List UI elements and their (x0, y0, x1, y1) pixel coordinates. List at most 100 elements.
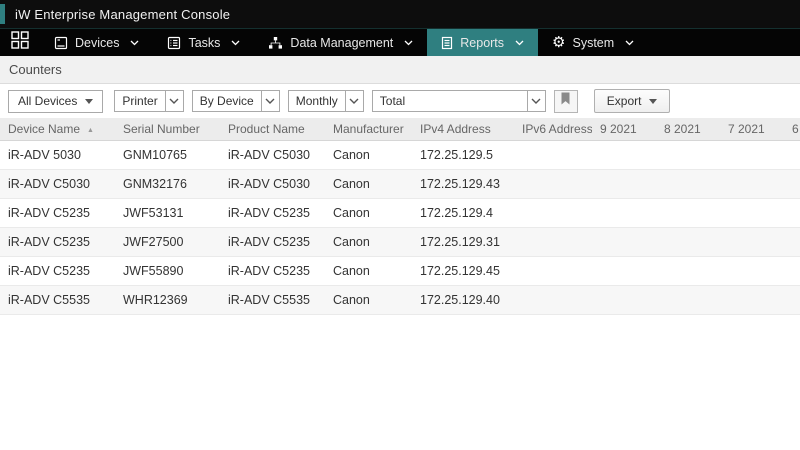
table-cell: iR-ADV C5235 (0, 227, 115, 256)
filter-toolbar: All Devices Printer By Device Monthly To… (0, 84, 800, 118)
nav-item-reports[interactable]: Reports (427, 29, 538, 56)
table-cell (592, 169, 656, 198)
chevron-down-icon (625, 40, 634, 46)
nav-item-label: Tasks (188, 36, 220, 50)
data-management-icon (268, 36, 283, 50)
table-cell (514, 169, 592, 198)
column-header-8-2021[interactable]: 8 2021 (656, 118, 720, 140)
reports-icon (441, 36, 453, 50)
column-header-manufacturer[interactable]: Manufacturer (325, 118, 412, 140)
logo-mark (0, 4, 5, 24)
column-header-6-2021[interactable]: 6 2021 (784, 118, 800, 140)
table-cell (656, 140, 720, 169)
table-cell (592, 198, 656, 227)
counters-table-container: Device Name▲Serial NumberProduct NameMan… (0, 118, 800, 315)
table-cell: 172.25.129.4 (412, 198, 514, 227)
table-cell (720, 256, 784, 285)
nav-item-label: Reports (460, 36, 504, 50)
column-header-7-2021[interactable]: 7 2021 (720, 118, 784, 140)
table-cell (656, 169, 720, 198)
devices-icon (54, 36, 68, 50)
table-cell: iR-ADV C5030 (220, 140, 325, 169)
column-header-ipv4-address[interactable]: IPv4 Address (412, 118, 514, 140)
column-header-product-name[interactable]: Product Name (220, 118, 325, 140)
title-bar: iW Enterprise Management Console (0, 0, 800, 28)
table-cell (784, 169, 800, 198)
table-cell: JWF53131 (115, 198, 220, 227)
table-header-row: Device Name▲Serial NumberProduct NameMan… (0, 118, 800, 140)
table-cell: Canon (325, 140, 412, 169)
page-title: Counters (9, 62, 62, 77)
nav-item-system[interactable]: ⚙ System (538, 29, 648, 56)
column-header-9-2021[interactable]: 9 2021 (592, 118, 656, 140)
table-row[interactable]: iR-ADV C5030GNM32176iR-ADV C5030Canon172… (0, 169, 800, 198)
table-cell (784, 140, 800, 169)
table-cell (592, 227, 656, 256)
page-title-bar: Counters (0, 56, 800, 84)
counter-type-value: Total (373, 91, 527, 111)
table-cell: WHR12369 (115, 285, 220, 314)
counters-table: Device Name▲Serial NumberProduct NameMan… (0, 118, 800, 315)
bookmark-button[interactable] (554, 90, 578, 113)
export-button[interactable]: Export (594, 89, 671, 113)
sort-ascending-icon: ▲ (87, 127, 94, 134)
table-cell (784, 227, 800, 256)
table-cell: iR-ADV 5030 (0, 140, 115, 169)
table-cell: 172.25.129.40 (412, 285, 514, 314)
column-header-device-name[interactable]: Device Name▲ (0, 118, 115, 140)
main-nav: Devices Tasks Data Management (0, 28, 800, 56)
nav-item-data-management[interactable]: Data Management (254, 29, 427, 56)
table-cell (592, 256, 656, 285)
chevron-down-icon (130, 40, 139, 46)
table-cell (784, 198, 800, 227)
table-cell: iR-ADV C5235 (0, 198, 115, 227)
table-cell (514, 256, 592, 285)
table-cell: Canon (325, 198, 412, 227)
table-row[interactable]: iR-ADV C5535WHR12369iR-ADV C5535Canon172… (0, 285, 800, 314)
table-cell (514, 140, 592, 169)
table-cell: Canon (325, 285, 412, 314)
table-cell: iR-ADV C5535 (220, 285, 325, 314)
table-cell: iR-ADV C5030 (220, 169, 325, 198)
caret-down-icon (85, 99, 93, 104)
table-cell: 172.25.129.31 (412, 227, 514, 256)
table-row[interactable]: iR-ADV C5235JWF53131iR-ADV C5235Canon172… (0, 198, 800, 227)
table-row[interactable]: iR-ADV C5235JWF27500iR-ADV C5235Canon172… (0, 227, 800, 256)
nav-item-tasks[interactable]: Tasks (153, 29, 254, 56)
table-cell: 172.25.129.43 (412, 169, 514, 198)
counter-type-select[interactable]: Total (372, 90, 546, 112)
table-cell: 172.25.129.45 (412, 256, 514, 285)
view-by-select[interactable]: By Device (192, 90, 280, 112)
table-cell (784, 256, 800, 285)
table-row[interactable]: iR-ADV 5030GNM10765iR-ADV C5030Canon172.… (0, 140, 800, 169)
table-cell: JWF55890 (115, 256, 220, 285)
table-cell (720, 140, 784, 169)
table-cell (514, 198, 592, 227)
view-by-value: By Device (193, 91, 261, 111)
nav-item-devices[interactable]: Devices (40, 29, 153, 56)
table-cell (592, 285, 656, 314)
table-cell: GNM32176 (115, 169, 220, 198)
apps-grid-button[interactable] (0, 29, 40, 56)
export-label: Export (607, 94, 642, 108)
chevron-down-icon (165, 91, 183, 111)
table-cell (514, 285, 592, 314)
table-cell: iR-ADV C5235 (220, 256, 325, 285)
app-title: iW Enterprise Management Console (15, 7, 230, 22)
table-cell: GNM10765 (115, 140, 220, 169)
device-group-dropdown[interactable]: All Devices (8, 90, 103, 113)
nav-item-label: Devices (75, 36, 119, 50)
device-group-label: All Devices (18, 94, 77, 108)
table-cell (656, 198, 720, 227)
column-header-serial-number[interactable]: Serial Number (115, 118, 220, 140)
period-select[interactable]: Monthly (288, 90, 364, 112)
column-header-ipv6-address[interactable]: IPv6 Address (514, 118, 592, 140)
table-row[interactable]: iR-ADV C5235JWF55890iR-ADV C5235Canon172… (0, 256, 800, 285)
chevron-down-icon (515, 40, 524, 46)
system-icon: ⚙ (552, 35, 565, 50)
table-cell (784, 285, 800, 314)
chevron-down-icon (345, 91, 363, 111)
table-cell: iR-ADV C5235 (220, 198, 325, 227)
device-type-select[interactable]: Printer (114, 90, 183, 112)
nav-item-label: Data Management (290, 36, 393, 50)
